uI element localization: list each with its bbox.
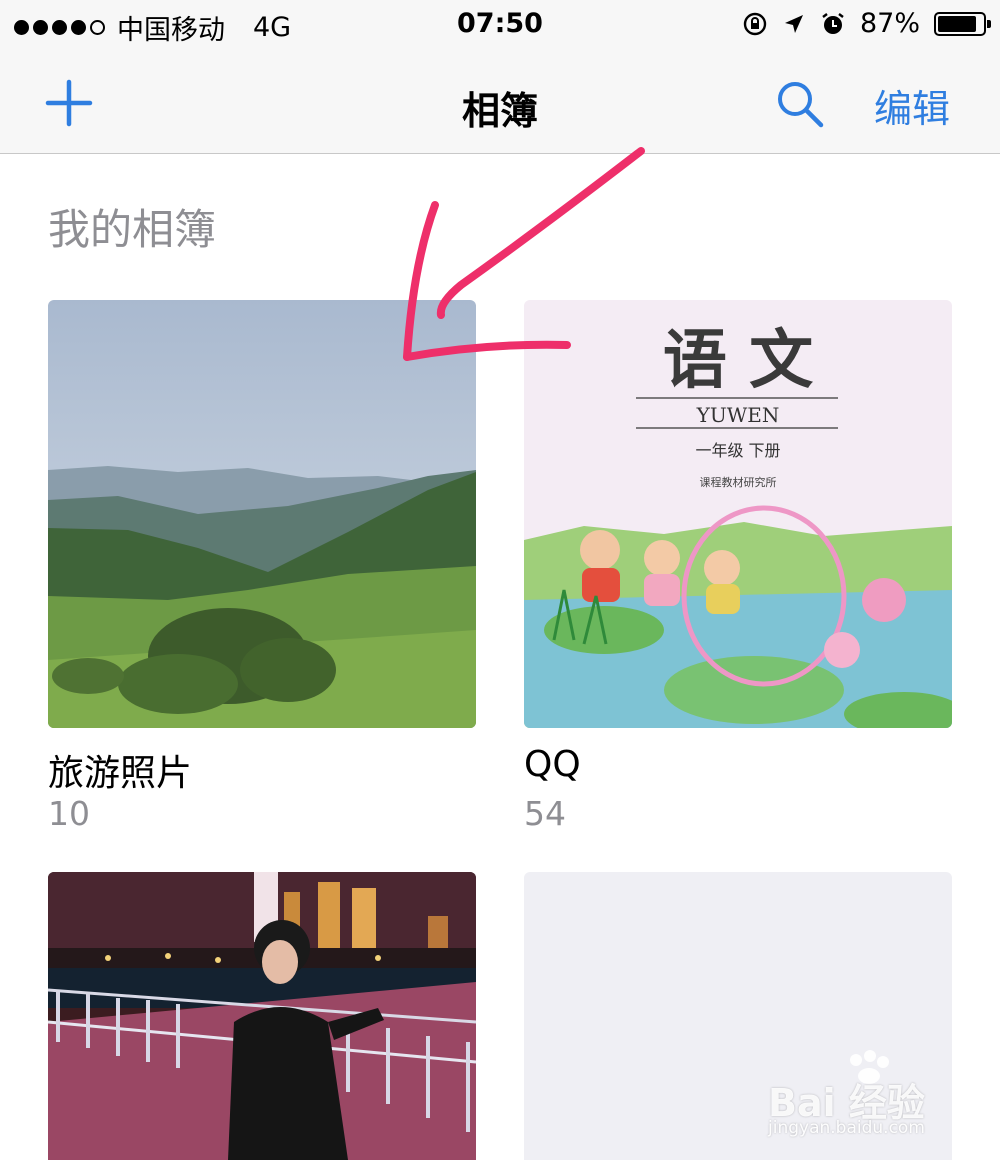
album-qq[interactable]: 语 文 YUWEN 一年级 下册 课程教材研究所 QQ 54 xyxy=(524,300,952,833)
cover-publisher: 课程教材研究所 xyxy=(700,475,777,489)
search-icon[interactable] xyxy=(774,78,826,130)
album-name: QQ xyxy=(524,744,581,785)
album-cover[interactable]: 语 文 YUWEN 一年级 下册 课程教材研究所 xyxy=(524,300,952,728)
album-cover[interactable] xyxy=(48,872,476,1160)
battery-percent: 87% xyxy=(859,8,920,39)
baidu-watermark: Bai 经验 jingyan.baidu.com xyxy=(768,1050,958,1146)
textbook-cover-image: 语 文 YUWEN 一年级 下册 课程教材研究所 xyxy=(524,300,952,728)
status-bar: 中国移动 4G 07:50 87% xyxy=(0,0,1000,52)
album-name: 旅游照片 xyxy=(48,753,193,794)
album-third[interactable] xyxy=(48,872,476,1160)
landscape-cover-image xyxy=(48,300,476,728)
album-count: 54 xyxy=(524,794,566,833)
cover-subtitle: YUWEN xyxy=(696,403,780,427)
status-icons: 87% xyxy=(742,8,991,39)
location-arrow-icon xyxy=(784,14,803,33)
album-cover[interactable] xyxy=(48,300,476,728)
cover-grade: 一年级 下册 xyxy=(695,441,780,460)
page-title: 相簿 xyxy=(461,89,538,133)
battery-icon xyxy=(934,11,991,36)
watermark-url: jingyan.baidu.com xyxy=(768,1118,925,1138)
rotation-lock-icon xyxy=(743,12,767,35)
edit-button[interactable]: 编辑 xyxy=(874,78,950,133)
cover-title: 语 文 xyxy=(663,323,813,398)
album-travel-photos[interactable]: 旅游照片 10 xyxy=(48,300,476,833)
section-title: 我的相簿 xyxy=(48,205,217,254)
navigation-bar: 相簿 编辑 xyxy=(0,52,1000,154)
alarm-icon xyxy=(822,12,844,34)
night-scene-cover-image xyxy=(48,872,476,1160)
album-count: 10 xyxy=(48,794,90,833)
battery-level xyxy=(938,15,977,32)
